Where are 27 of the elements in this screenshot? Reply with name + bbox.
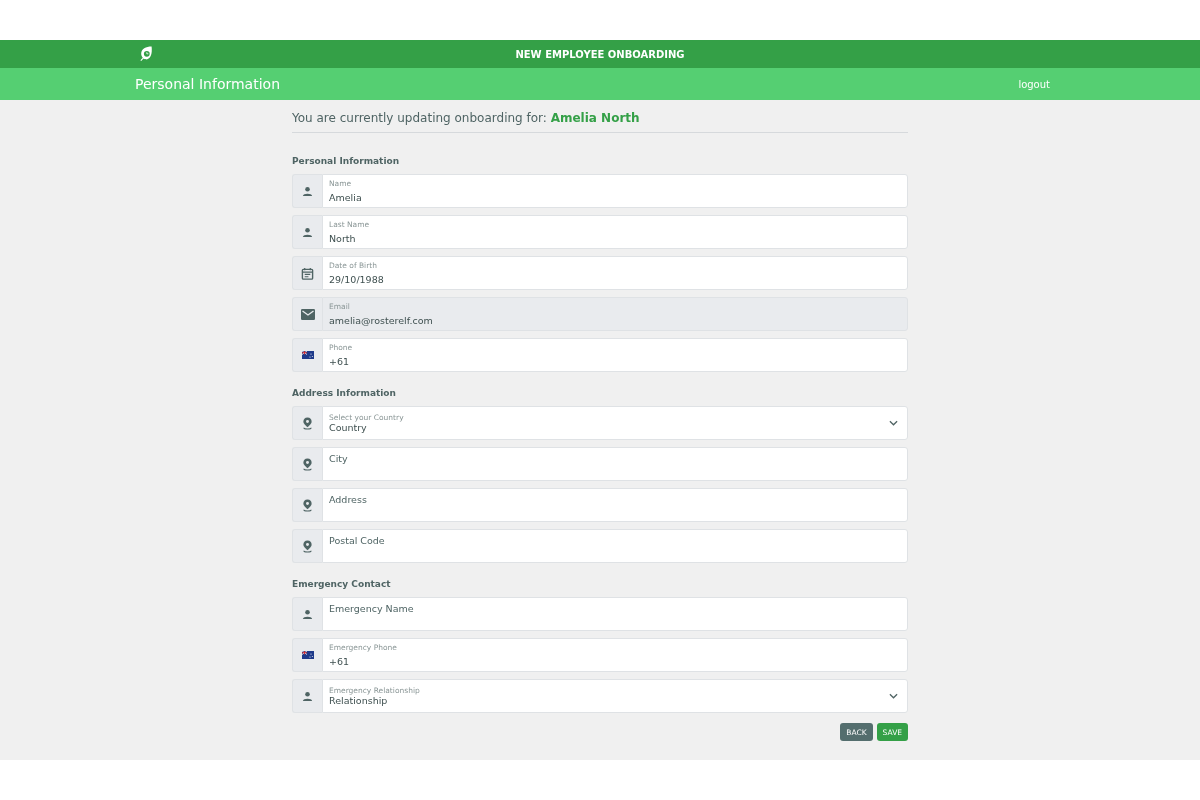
section-heading: Personal Information	[292, 156, 401, 166]
page-title: Personal Information	[135, 76, 280, 92]
section-heading: Emergency Contact	[292, 579, 392, 589]
person-icon	[302, 690, 313, 702]
input-field[interactable]: Postal Code	[322, 529, 908, 563]
input-field[interactable]: City	[322, 447, 908, 481]
selected-value: Country	[329, 422, 368, 433]
person-icon	[302, 608, 313, 620]
mail-icon	[300, 308, 315, 320]
location-pin-icon	[302, 416, 313, 430]
section-heading: Address Information	[292, 388, 397, 398]
flag-icon	[301, 651, 314, 659]
leaf-clock-logo	[138, 44, 154, 62]
intro-text: You are currently updating onboarding for: Amelia North	[292, 111, 640, 125]
selected-value: Relationship	[329, 695, 389, 706]
app-title: NEW EMPLOYEE ONBOARDING	[515, 48, 685, 60]
location-pin-icon	[302, 539, 313, 553]
calendar-icon	[301, 266, 314, 280]
input-field[interactable]: Emergency Name	[322, 597, 908, 631]
location-pin-icon	[302, 498, 313, 512]
input-field[interactable]: Address	[322, 488, 908, 522]
chevron-down-icon	[889, 693, 898, 699]
person-icon	[302, 226, 313, 238]
location-pin-icon	[302, 457, 313, 471]
flag-icon	[301, 351, 314, 359]
chevron-down-icon	[889, 420, 898, 426]
person-icon	[302, 185, 313, 197]
